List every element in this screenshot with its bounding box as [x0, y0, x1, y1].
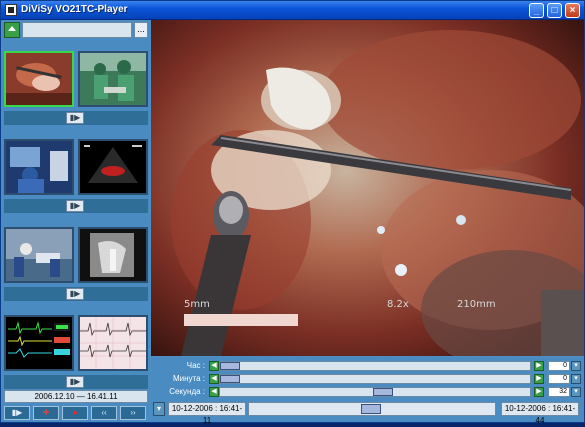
- player-window: DiViSy VO21TC-Player _ □ × ... ▮▶ ▮▶ ▮▶ …: [0, 0, 585, 425]
- group-4-play-button[interactable]: ▮▶: [66, 376, 84, 388]
- second-right-arrow[interactable]: ▶: [534, 387, 544, 397]
- second-label: Секунда :: [169, 387, 205, 396]
- group-2-bar: ▮▶: [4, 199, 148, 213]
- group-3-play-button[interactable]: ▮▶: [66, 288, 84, 300]
- home-button[interactable]: [4, 22, 20, 38]
- xray-image: [80, 229, 146, 281]
- hour-left-arrow[interactable]: ◀: [209, 361, 219, 371]
- ultrasound-image: [80, 141, 146, 193]
- close-button[interactable]: ×: [565, 3, 580, 18]
- hour-track[interactable]: [219, 361, 531, 371]
- transport-controls: ▮▶ ✚ ● ‹‹ ››: [4, 406, 148, 420]
- date-range-display: 2006.12.10 — 16.41.11: [4, 390, 148, 403]
- thumbnail-surgery-closeup[interactable]: [4, 51, 74, 107]
- timeline-controls: Час : ◀ ▶ 0 ▾ Минута : ◀ ▶ 0 ▾ Секунда :…: [151, 357, 584, 425]
- app-icon: [5, 4, 17, 16]
- camera-group-2: ▮▶: [4, 139, 148, 214]
- operating-theatre-image: [6, 229, 72, 281]
- vital-monitor-image: [6, 317, 72, 369]
- endoscope-video-frame: [151, 20, 584, 356]
- rewind-button[interactable]: ‹‹: [91, 406, 117, 420]
- group-2-play-button[interactable]: ▮▶: [66, 200, 84, 212]
- hour-knob[interactable]: [220, 362, 240, 370]
- hour-right-arrow[interactable]: ▶: [534, 361, 544, 371]
- group-1-play-button[interactable]: ▮▶: [66, 112, 84, 124]
- minute-left-arrow[interactable]: ◀: [209, 374, 219, 384]
- camera-group-1: ▮▶: [4, 51, 148, 126]
- thumbnail-vital-monitor[interactable]: [4, 315, 74, 371]
- ecg-chart-image: [80, 317, 146, 369]
- second-knob[interactable]: [372, 388, 393, 396]
- end-time-field: 10-12-2006 : 16:41-44: [501, 402, 579, 425]
- thumbnail-ultrasound[interactable]: [78, 139, 148, 195]
- second-left-arrow[interactable]: ◀: [209, 387, 219, 397]
- fast-forward-button[interactable]: ››: [120, 406, 146, 420]
- maximize-button[interactable]: □: [547, 3, 562, 18]
- playback-track[interactable]: [248, 402, 496, 416]
- operating-room-image: [80, 53, 146, 105]
- second-value[interactable]: 32: [548, 387, 570, 397]
- minute-label: Минута :: [172, 374, 205, 383]
- minute-slider-row: Минута : ◀ ▶ 0 ▾: [151, 373, 584, 385]
- minute-spin-button[interactable]: ▾: [571, 374, 581, 384]
- second-spin-button[interactable]: ▾: [571, 387, 581, 397]
- title-bar[interactable]: DiViSy VO21TC-Player _ □ ×: [1, 1, 584, 20]
- second-slider-row: Секунда : ◀ ▶ 32 ▾: [151, 386, 584, 398]
- hour-value[interactable]: 0: [548, 361, 570, 371]
- minute-track[interactable]: [219, 374, 531, 384]
- window-title: DiViSy VO21TC-Player: [21, 4, 128, 15]
- overlay-distance-text: 210mm: [457, 299, 496, 310]
- sidebar-toolbar: ...: [4, 22, 148, 38]
- minute-right-arrow[interactable]: ▶: [534, 374, 544, 384]
- marker-button[interactable]: ✚: [33, 406, 59, 420]
- path-field[interactable]: [22, 22, 132, 38]
- thumbnail-xray[interactable]: [78, 227, 148, 283]
- thumbnail-ecg-chart[interactable]: [78, 315, 148, 371]
- play-pause-button[interactable]: ▮▶: [4, 406, 30, 420]
- surgeon-console-image: [6, 141, 72, 193]
- surgery-closeup-image: [6, 53, 72, 105]
- hour-spin-button[interactable]: ▾: [571, 361, 581, 371]
- overlay-zoom-text: 8.2x: [387, 299, 409, 310]
- thumbnail-surgeon-console[interactable]: [4, 139, 74, 195]
- expand-button[interactable]: ▾: [153, 402, 165, 416]
- more-button[interactable]: ...: [134, 22, 148, 38]
- second-track[interactable]: [219, 387, 531, 397]
- thumbnail-operating-theatre[interactable]: [4, 227, 74, 283]
- main-video-view[interactable]: 5mm 8.2x 210mm: [151, 20, 584, 356]
- group-3-bar: ▮▶: [4, 287, 148, 301]
- hour-label: Час :: [186, 361, 205, 370]
- group-1-bar: ▮▶: [4, 111, 148, 125]
- minimize-button[interactable]: _: [529, 3, 544, 18]
- camera-group-4: ▮▶: [4, 315, 148, 390]
- playback-row: ▾ 10-12-2006 : 16:41-11 10-12-2006 : 16:…: [151, 401, 584, 425]
- minute-knob[interactable]: [220, 375, 240, 383]
- hour-slider-row: Час : ◀ ▶ 0 ▾: [151, 360, 584, 372]
- playback-knob[interactable]: [361, 404, 381, 414]
- start-time-field: 10-12-2006 : 16:41-11: [168, 402, 246, 425]
- overlay-scale-bar: [184, 314, 298, 326]
- minute-value[interactable]: 0: [548, 374, 570, 384]
- thumbnail-operating-room[interactable]: [78, 51, 148, 107]
- camera-sidebar: ... ▮▶ ▮▶ ▮▶ ▮▶ 2006.12.10 — 16.41.11 ▮▶…: [2, 20, 150, 422]
- overlay-scale-text: 5mm: [184, 299, 210, 310]
- record-button[interactable]: ●: [62, 406, 88, 420]
- group-4-bar: ▮▶: [4, 375, 148, 389]
- camera-group-3: ▮▶: [4, 227, 148, 302]
